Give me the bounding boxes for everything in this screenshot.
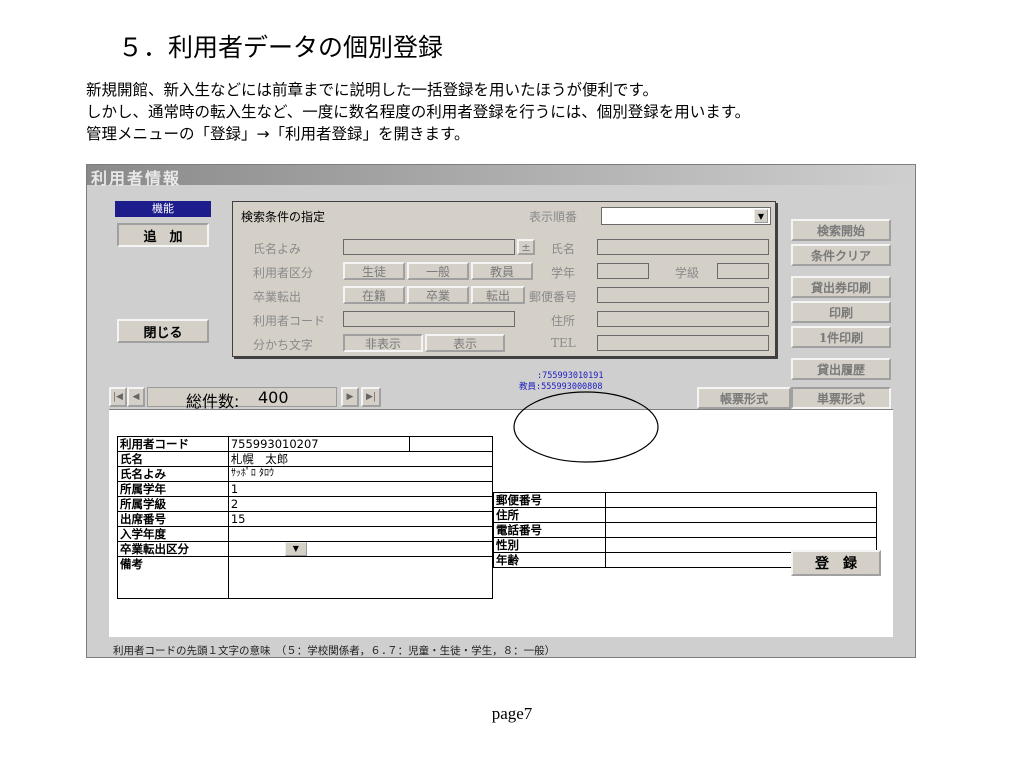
window-title: 利用者情報 <box>91 169 182 188</box>
sort-order-label: 表示順番 <box>529 210 578 224</box>
intro-text: 新規開館、新入生などには前章までに説明した一括登録を用いたほうが便利です。 しか… <box>86 79 750 145</box>
print-card-button[interactable]: 貸出券印刷 <box>791 276 891 298</box>
close-button[interactable]: 閉じる <box>117 319 209 343</box>
category-general-button[interactable]: 一般 <box>407 262 469 280</box>
postal-value[interactable] <box>604 492 878 508</box>
category-label: 利用者区分 <box>253 266 314 280</box>
postal-row-label: 郵便番号 <box>493 492 606 508</box>
chevron-down-icon[interactable]: ▼ <box>284 542 307 556</box>
transfer-graduated-button[interactable]: 卒業 <box>407 286 469 304</box>
loan-history-button[interactable]: 貸出履歴 <box>791 358 891 380</box>
name-kana-row-label: 氏名よみ <box>117 466 229 482</box>
search-criteria-title: 検索条件の指定 <box>241 210 326 224</box>
phone-row-label: 電話番号 <box>493 522 606 538</box>
name-kana-input[interactable] <box>343 239 515 255</box>
total-count-value: 400 <box>258 388 289 407</box>
record-detail-area: 利用者コード 755993010207 氏名 札幌 太郎 氏名よみ ｻｯﾎﾟﾛ … <box>109 409 893 637</box>
class-label: 学級 <box>675 266 700 280</box>
address-value[interactable] <box>604 507 878 523</box>
add-button[interactable]: 追 加 <box>117 223 209 247</box>
last-record-icon[interactable]: ▶| <box>361 387 381 407</box>
first-record-icon[interactable]: |◀ <box>109 387 127 407</box>
class-input[interactable] <box>717 263 769 279</box>
entry-year-row-label: 入学年度 <box>117 526 229 542</box>
note-value[interactable] <box>227 556 494 599</box>
next-record-icon[interactable]: ▶ <box>341 387 359 407</box>
name-kana-label: 氏名よみ <box>253 242 302 256</box>
annotation-oval <box>513 391 659 463</box>
address-label: 住所 <box>551 314 576 328</box>
record-left-table: 利用者コード 755993010207 氏名 札幌 太郎 氏名よみ ｻｯﾎﾟﾛ … <box>117 436 494 599</box>
list-form-tab[interactable]: 帳票形式 <box>697 387 791 409</box>
postal-code-label: 郵便番号 <box>529 290 578 304</box>
clear-conditions-button[interactable]: 条件クリア <box>791 244 891 266</box>
print-button[interactable]: 印刷 <box>791 301 891 323</box>
prev-record-icon[interactable]: ◀ <box>127 387 145 407</box>
grade-row-label: 所属学年 <box>117 481 229 497</box>
search-start-button[interactable]: 検索開始 <box>791 219 891 241</box>
phone-value[interactable] <box>604 522 878 538</box>
transfer-row-label: 卒業転出区分 <box>117 541 229 557</box>
category-student-button[interactable]: 生徒 <box>343 262 405 280</box>
user-code-input[interactable] <box>343 311 515 327</box>
tel-label: TEL <box>551 336 576 350</box>
tel-input[interactable] <box>597 335 769 351</box>
class-row-label: 所属学級 <box>117 496 229 512</box>
category-teacher-button[interactable]: 教員 <box>471 262 533 280</box>
chevron-down-icon[interactable]: ▼ <box>754 209 768 223</box>
user-code-label: 利用者コード <box>253 314 326 328</box>
name-label: 氏名 <box>551 242 576 256</box>
attendance-row-label: 出席番号 <box>117 511 229 527</box>
class-value[interactable]: 2 <box>227 496 494 512</box>
user-code-row-label: 利用者コード <box>117 436 229 452</box>
total-count-display: 総件数: 400 <box>147 387 337 411</box>
transfer-select[interactable]: ▼ <box>227 541 494 557</box>
name-row-label: 氏名 <box>117 451 229 467</box>
address-row-label: 住所 <box>493 507 606 523</box>
plus-minus-button[interactable]: ± <box>517 239 535 255</box>
name-value[interactable]: 札幌 太郎 <box>227 451 494 467</box>
search-criteria-panel: 検索条件の指定 表示順番 ▼ 氏名よみ ± 氏名 利用者区分 生徒 一般 教員 … <box>232 201 776 357</box>
grade-value[interactable]: 1 <box>227 481 494 497</box>
gender-row-label: 性別 <box>493 537 606 553</box>
address-input[interactable] <box>597 311 769 327</box>
grade-label: 学年 <box>551 266 576 280</box>
name-kana-value[interactable]: ｻｯﾎﾟﾛ ﾀﾛｳ <box>227 466 494 482</box>
register-button[interactable]: 登 録 <box>791 550 881 576</box>
intro-line-1: 新規開館、新入生などには前章までに説明した一括登録を用いたほうが便利です。 <box>86 81 658 99</box>
intro-line-3: 管理メニューの「登録」→「利用者登録」を開きます。 <box>86 125 470 143</box>
window-titlebar: 利用者情報 <box>87 165 915 188</box>
name-input[interactable] <box>597 239 769 255</box>
user-code-value[interactable]: 755993010207 <box>227 436 411 452</box>
single-form-tab[interactable]: 単票形式 <box>791 387 891 409</box>
attendance-value[interactable]: 15 <box>227 511 494 527</box>
note-row-label: 備考 <box>117 556 229 599</box>
intro-line-2: しかし、通常時の転入生など、一度に数名程度の利用者登録を行うには、個別登録を用い… <box>86 103 751 121</box>
print-one-button[interactable]: 1件印刷 <box>791 326 891 348</box>
separator-label: 分かち文字 <box>253 338 314 352</box>
transfer-label: 卒業転出 <box>253 290 302 304</box>
function-header: 機能 <box>115 201 211 217</box>
page-number: page7 <box>491 704 533 723</box>
footer-note: 利用者コードの先頭１文字の意味 （５：学校関係者，６.７：児童・生徒・学生，８：… <box>113 645 556 657</box>
user-info-window: 利用者情報 機能 追 加 閉じる 検索条件の指定 表示順番 ▼ 氏名よみ ± 氏… <box>86 164 916 658</box>
transfer-enrolled-button[interactable]: 在籍 <box>343 286 405 304</box>
postal-code-input[interactable] <box>597 287 769 303</box>
separator-hide-button[interactable]: 非表示 <box>343 334 423 352</box>
function-panel: 機能 追 加 閉じる <box>115 201 211 351</box>
slide-title: ５．利用者データの個別登録 <box>118 33 444 62</box>
age-row-label: 年齢 <box>493 552 606 568</box>
transfer-moved-button[interactable]: 転出 <box>471 286 525 304</box>
sort-order-select[interactable]: ▼ <box>601 207 771 225</box>
user-code-extra <box>409 436 493 452</box>
grade-input[interactable] <box>597 263 649 279</box>
entry-year-value[interactable] <box>227 526 494 542</box>
separator-show-button[interactable]: 表示 <box>425 334 505 352</box>
